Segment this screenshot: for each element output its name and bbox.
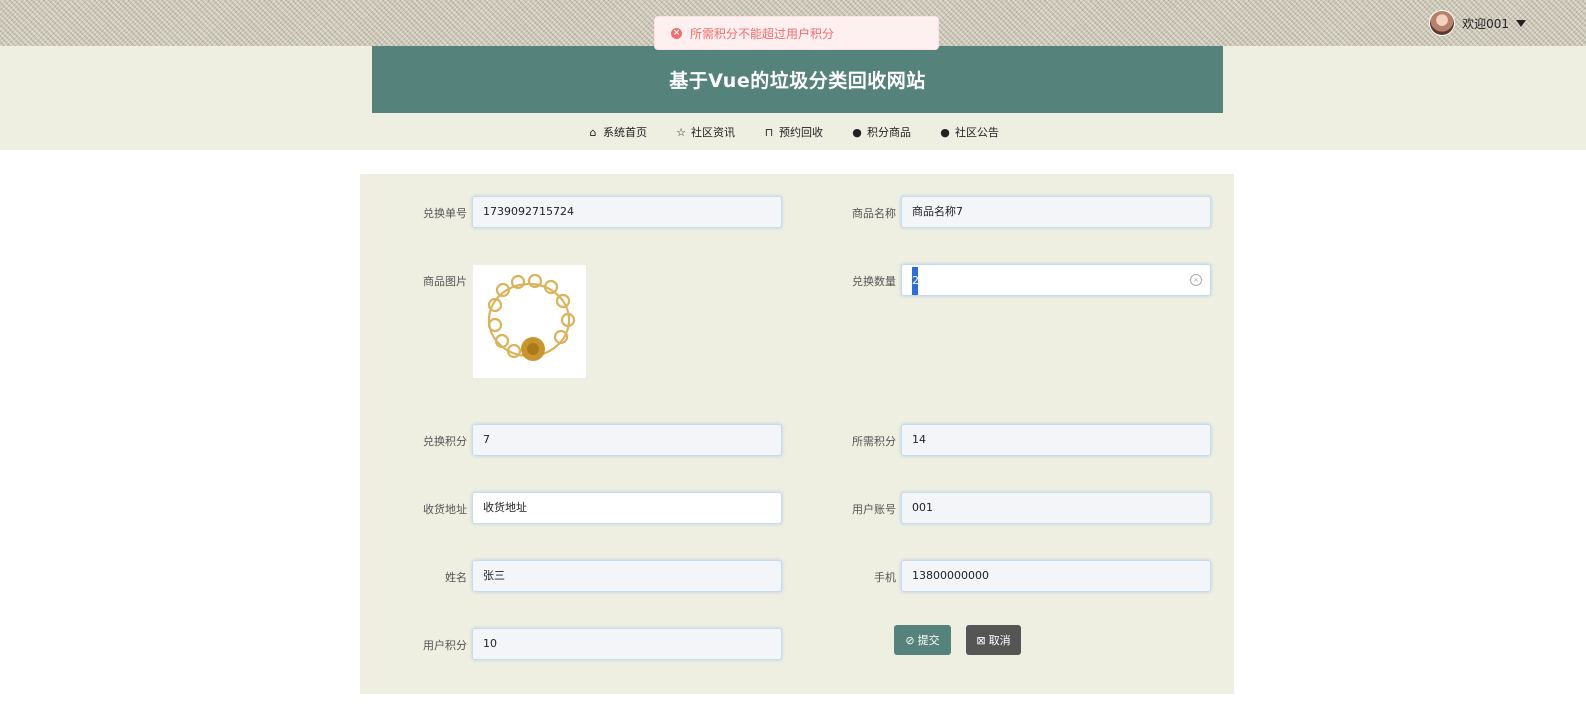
error-message-text: 所需积分不能超过用户积分 bbox=[690, 26, 835, 41]
nav-item-label: 系统首页 bbox=[603, 126, 647, 139]
account-field[interactable]: 001 bbox=[901, 492, 1211, 524]
avatar bbox=[1429, 10, 1456, 36]
user-menu[interactable]: 欢迎001 bbox=[1429, 10, 1526, 36]
exchange-no-field[interactable]: 1739092715724 bbox=[472, 196, 782, 228]
title-banner: 基于Vue的垃圾分类回收网站 bbox=[372, 46, 1223, 113]
goods-image-label: 商品图片 bbox=[423, 275, 467, 288]
close-square-icon: ⊠ bbox=[976, 633, 986, 647]
goods-name-field[interactable]: 商品名称7 bbox=[901, 196, 1211, 228]
info-icon: ● bbox=[852, 125, 862, 139]
goods-name-label: 商品名称 bbox=[852, 207, 896, 220]
address-label: 收货地址 bbox=[423, 503, 467, 516]
cancel-button-label: 取消 bbox=[988, 634, 1011, 647]
required-points-label: 所需积分 bbox=[852, 435, 896, 448]
main-nav: ⌂ 系统首页 ☆ 社区资讯 ⊓ 预约回收 ● 积分商品 ● 社区公告 bbox=[0, 118, 1586, 146]
clear-icon[interactable]: × bbox=[1190, 274, 1202, 286]
nav-item-label: 社区资讯 bbox=[691, 126, 735, 139]
cancel-button[interactable]: ⊠ 取消 bbox=[966, 625, 1021, 655]
address-field[interactable]: 收货地址 bbox=[472, 492, 782, 524]
home-icon: ⌂ bbox=[589, 125, 597, 139]
nav-item-notice[interactable]: ● 社区公告 bbox=[939, 124, 999, 140]
nav-item-label: 积分商品 bbox=[867, 126, 911, 139]
exchange-no-label: 兑换单号 bbox=[423, 207, 467, 220]
question-icon: ● bbox=[940, 125, 950, 139]
goods-image bbox=[473, 265, 586, 378]
user-points-label: 用户积分 bbox=[423, 639, 467, 652]
nav-item-booking[interactable]: ⊓ 预约回收 bbox=[763, 124, 823, 140]
bracelet-image bbox=[487, 273, 576, 361]
quantity-label: 兑换数量 bbox=[852, 275, 896, 288]
exchange-points-label: 兑换积分 bbox=[423, 435, 467, 448]
nav-item-label: 预约回收 bbox=[779, 126, 823, 139]
star-icon: ☆ bbox=[676, 125, 686, 139]
quantity-value: 2 bbox=[912, 267, 919, 295]
phone-field[interactable]: 13800000000 bbox=[901, 560, 1211, 592]
exchange-points-field[interactable]: 7 bbox=[472, 424, 782, 456]
chevron-down-icon bbox=[1516, 19, 1526, 27]
nav-item-points-goods[interactable]: ● 积分商品 bbox=[851, 124, 911, 140]
nav-item-home[interactable]: ⌂ 系统首页 bbox=[587, 124, 648, 140]
close-circle-icon: × bbox=[671, 27, 682, 39]
nav-item-news[interactable]: ☆ 社区资讯 bbox=[675, 124, 735, 140]
submit-button-label: 提交 bbox=[917, 634, 940, 647]
name-field[interactable]: 张三 bbox=[472, 560, 782, 592]
submit-button[interactable]: ⊘ 提交 bbox=[894, 625, 951, 655]
required-points-field[interactable]: 14 bbox=[901, 424, 1211, 456]
error-message: × 所需积分不能超过用户积分 bbox=[654, 16, 939, 50]
account-label: 用户账号 bbox=[852, 503, 896, 516]
name-label: 姓名 bbox=[445, 571, 467, 584]
user-points-field[interactable]: 10 bbox=[472, 628, 782, 660]
bag-icon: ⊓ bbox=[764, 125, 774, 139]
phone-label: 手机 bbox=[874, 571, 896, 584]
nav-item-label: 社区公告 bbox=[955, 126, 999, 139]
check-circle-icon: ⊘ bbox=[905, 633, 915, 647]
site-title: 基于Vue的垃圾分类回收网站 bbox=[669, 70, 926, 92]
quantity-field[interactable]: 2 × bbox=[901, 264, 1211, 296]
user-name: 欢迎001 bbox=[1462, 16, 1509, 31]
